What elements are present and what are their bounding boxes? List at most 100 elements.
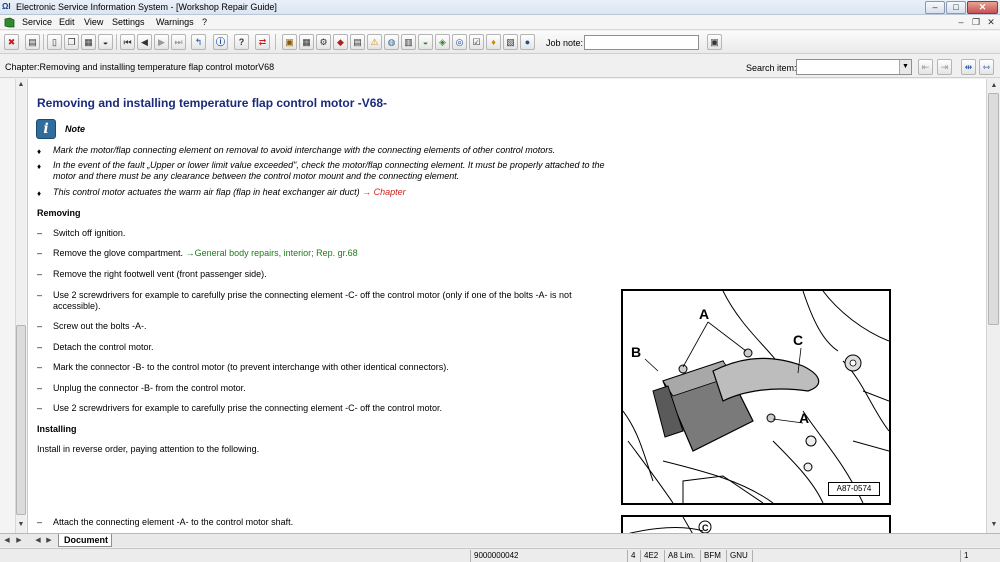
installing-step: Attach the connecting element -A- to the…	[53, 517, 294, 527]
mdi-minimize-button[interactable]: –	[954, 17, 968, 28]
exchange-icon[interactable]: ⇄	[255, 34, 270, 50]
status-document-number: 9000000042	[470, 550, 626, 562]
exit-icon[interactable]: ✖	[4, 34, 19, 50]
removing-step: Detach the control motor.	[53, 342, 154, 352]
installing-intro: Install in reverse order, paying attenti…	[37, 444, 260, 454]
tab-next-icon[interactable]: ▶	[44, 535, 54, 546]
next-figure: C	[621, 515, 891, 533]
chevron-down-icon[interactable]: ▼	[899, 60, 911, 74]
step-dash: –	[37, 403, 43, 413]
removing-step: Screw out the bolts -A-.	[53, 321, 147, 331]
search-item-label: Search item:	[746, 63, 797, 73]
clipboard-icon[interactable]: ▦	[81, 34, 96, 50]
scroll-left-icon[interactable]: ◀	[2, 535, 12, 546]
note-text: In the event of the fault „Upper or lowe…	[53, 160, 605, 181]
earth-icon[interactable]: ●	[520, 34, 535, 50]
copy-icon[interactable]: ❐	[64, 34, 79, 50]
new-document-icon[interactable]: ▯	[47, 34, 62, 50]
close-button[interactable]: ✕	[967, 1, 998, 14]
table-icon[interactable]: ▦	[299, 34, 314, 50]
step-dash: –	[37, 269, 43, 279]
chapter-bar: Chapter:Removing and installing temperat…	[0, 56, 1000, 78]
mdi-restore-button[interactable]: ❐	[969, 17, 983, 28]
tab-document[interactable]: Document	[58, 534, 112, 547]
scroll-right-icon[interactable]: ▶	[14, 535, 24, 546]
note-item: Mark the motor/flap connecting element o…	[53, 145, 613, 156]
step-dash: –	[37, 248, 43, 258]
info-icon[interactable]: ⓘ	[213, 34, 228, 50]
menu-edit[interactable]: Edit	[59, 17, 75, 27]
control-motor-figure: A B C A A87-0574	[621, 289, 891, 505]
warning-icon[interactable]: ⚠	[367, 34, 382, 50]
book-icon[interactable]: ▣	[282, 34, 297, 50]
note-text: Mark the motor/flap connecting element o…	[53, 145, 556, 155]
expand-icon[interactable]: ⇹	[961, 59, 976, 75]
collapse-icon[interactable]: ⇿	[979, 59, 994, 75]
status-cell: 4E2	[640, 550, 664, 562]
chapter-link[interactable]: → Chapter	[362, 187, 406, 197]
tab-previous-icon[interactable]: ◀	[33, 535, 43, 546]
document-scroll-thumb[interactable]	[988, 93, 999, 325]
note-label: Note	[65, 124, 85, 134]
navigation-scroll-thumb[interactable]	[16, 325, 26, 515]
next-page-icon[interactable]: ▶	[154, 34, 169, 50]
document-scrollbar[interactable]: ▲ ▼	[986, 79, 1000, 533]
mdi-close-button[interactable]: ✕	[984, 17, 998, 28]
lightbulb-icon[interactable]: ♦	[486, 34, 501, 50]
menu-warnings[interactable]: Warnings	[156, 17, 194, 27]
body-repairs-link[interactable]: →General body repairs, interior; Rep. gr…	[186, 248, 358, 258]
search-back-icon[interactable]: ⇤	[918, 59, 933, 75]
menu-settings[interactable]: Settings	[112, 17, 145, 27]
manual-icon[interactable]: ▤	[350, 34, 365, 50]
step-dash: –	[37, 290, 43, 300]
note-item: In the event of the fault „Upper or lowe…	[53, 160, 613, 182]
navigation-pane: ▲ ▼	[0, 79, 28, 533]
navigation-scrollbar[interactable]: ▲ ▼	[15, 79, 26, 533]
green-car-icon[interactable]: ◒	[418, 34, 433, 50]
globe-icon[interactable]: ◍	[384, 34, 399, 50]
window-title: Electronic Service Information System - …	[16, 2, 277, 12]
note-text: This control motor actuates the warm air…	[53, 187, 363, 197]
figure-label-c: C	[793, 332, 803, 348]
menu-help[interactable]: ?	[202, 17, 207, 27]
wiring-icon[interactable]: ◎	[452, 34, 467, 50]
menu-bar: Service Edit View Settings Warnings ? – …	[0, 15, 1000, 30]
last-page-icon[interactable]: ⏭	[171, 34, 186, 50]
maximize-button[interactable]: □	[946, 1, 966, 14]
component-icon[interactable]: ◈	[435, 34, 450, 50]
status-cell: A8 Lim.	[664, 550, 700, 562]
component-detail-icon[interactable]: ▧	[503, 34, 518, 50]
car-icon[interactable]: ◒	[98, 34, 113, 50]
status-cell: 4	[627, 550, 639, 562]
menu-view[interactable]: View	[84, 17, 103, 27]
step-dash: –	[37, 342, 43, 352]
note-item: This control motor actuates the warm air…	[53, 187, 613, 198]
step-dash: –	[37, 228, 43, 238]
menu-service[interactable]: Service	[22, 17, 52, 27]
first-page-icon[interactable]: ⏮	[120, 34, 135, 50]
search-forward-icon[interactable]: ⇥	[937, 59, 952, 75]
toolbar-separator	[116, 34, 117, 50]
help-icon[interactable]: ?	[234, 34, 249, 50]
previous-page-icon[interactable]: ◀	[137, 34, 152, 50]
minimize-button[interactable]: –	[925, 1, 945, 14]
jump-back-icon[interactable]: ↰	[191, 34, 206, 50]
removing-step: Remove the glove compartment. →General b…	[53, 248, 603, 259]
scroll-down-icon[interactable]: ▼	[15, 519, 27, 531]
search-item-select[interactable]: ▼	[796, 59, 912, 75]
print-icon[interactable]: ▤	[25, 34, 40, 50]
removing-step: Use 2 screwdrivers for example to carefu…	[53, 403, 443, 413]
scroll-up-icon[interactable]: ▲	[988, 80, 1000, 92]
tools-icon[interactable]: ⚙	[316, 34, 331, 50]
job-note-input[interactable]	[584, 35, 699, 50]
figure-label-b: B	[631, 344, 641, 360]
checklist-icon[interactable]: ☑	[469, 34, 484, 50]
removing-step: Mark the connector -B- to the control mo…	[53, 362, 449, 372]
diagnosis-icon[interactable]: ◆	[333, 34, 348, 50]
bin-icon[interactable]: ▥	[401, 34, 416, 50]
job-note-save-icon[interactable]: ▣	[707, 34, 722, 50]
toolbar-separator	[275, 34, 276, 50]
scroll-down-icon[interactable]: ▼	[988, 519, 1000, 531]
info-note-icon: i	[36, 119, 56, 139]
scroll-up-icon[interactable]: ▲	[15, 79, 27, 91]
